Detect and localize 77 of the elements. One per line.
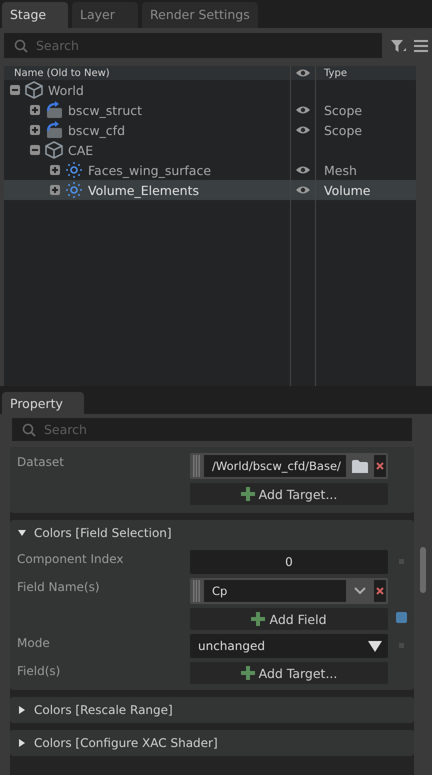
section-header[interactable]: Colors [Configure XAC Shader] bbox=[10, 730, 414, 756]
collapse-icon[interactable] bbox=[30, 145, 40, 155]
add-button[interactable]: Add Target... bbox=[190, 662, 388, 684]
prim-name: Faces_wing_surface bbox=[88, 162, 212, 178]
tab[interactable]: Stage bbox=[2, 2, 68, 28]
plus-icon bbox=[251, 612, 266, 626]
plus-icon bbox=[240, 666, 255, 680]
remove-button[interactable] bbox=[374, 580, 386, 602]
eye-icon[interactable] bbox=[295, 105, 311, 115]
tree-row[interactable]: Volume_Elements Volume bbox=[4, 180, 416, 200]
remove-button[interactable] bbox=[374, 455, 386, 477]
tab[interactable]: Render Settings bbox=[142, 2, 258, 28]
triangle-down-icon bbox=[368, 640, 382, 652]
property-label: Dataset bbox=[17, 454, 65, 471]
property-label: Field(s) bbox=[17, 663, 62, 680]
prim-type: Mesh bbox=[324, 162, 357, 178]
tree-row[interactable]: World bbox=[4, 80, 416, 100]
number-field[interactable]: 0 bbox=[190, 550, 388, 574]
expand-icon[interactable] bbox=[50, 185, 60, 195]
prim-type: Volume bbox=[324, 182, 370, 198]
section-header[interactable]: Colors [Rescale Range] bbox=[10, 697, 414, 723]
cube-icon bbox=[25, 81, 43, 99]
eye-icon[interactable] bbox=[295, 185, 311, 195]
triangle-right-icon bbox=[18, 739, 26, 747]
property-label: Component Index bbox=[17, 551, 125, 568]
folder-arrow-icon bbox=[45, 101, 63, 119]
expand-icon[interactable] bbox=[30, 125, 40, 135]
search-field[interactable]: Search bbox=[4, 33, 382, 58]
property-label: Mode bbox=[17, 635, 51, 652]
filter-icon bbox=[390, 38, 406, 52]
menu-icon bbox=[414, 40, 428, 52]
prim-name: World bbox=[48, 82, 84, 98]
grip-icon bbox=[193, 580, 200, 602]
tab[interactable]: Property bbox=[2, 392, 84, 414]
close-icon bbox=[376, 462, 384, 470]
expand-icon[interactable] bbox=[50, 165, 60, 175]
column-header[interactable]: Type bbox=[316, 68, 416, 78]
dotted-sphere-icon bbox=[65, 161, 83, 179]
cube-icon bbox=[45, 141, 63, 159]
prim-name: bscw_struct bbox=[68, 102, 142, 118]
plus-icon bbox=[240, 487, 255, 501]
property-label: Field Name(s) bbox=[17, 579, 101, 596]
collapse-icon[interactable] bbox=[10, 85, 20, 95]
prim-type: Scope bbox=[324, 122, 362, 138]
expand-icon[interactable] bbox=[30, 105, 40, 115]
color-swatch[interactable] bbox=[396, 612, 406, 623]
tab[interactable]: Layer bbox=[72, 2, 138, 28]
search-icon bbox=[22, 422, 36, 436]
column-header[interactable]: Name (Old to New) bbox=[4, 68, 290, 78]
triangle-right-icon bbox=[18, 706, 26, 714]
folder-icon[interactable] bbox=[352, 460, 368, 472]
prim-name: bscw_cfd bbox=[68, 122, 126, 138]
close-icon bbox=[376, 587, 384, 595]
triangle-down-icon bbox=[18, 529, 26, 537]
dropdown[interactable]: unchanged bbox=[190, 634, 388, 658]
prim-name: Volume_Elements bbox=[88, 182, 200, 198]
tree-row[interactable]: bscw_struct Scope bbox=[4, 100, 416, 120]
search-field[interactable]: Search bbox=[42, 421, 412, 438]
search-field[interactable]: Search bbox=[34, 37, 382, 54]
eye-icon[interactable] bbox=[295, 125, 311, 135]
scrollbar-thumb[interactable] bbox=[420, 547, 426, 593]
grip-icon bbox=[193, 455, 200, 477]
section-header[interactable]: Colors [Field Selection] bbox=[10, 520, 414, 546]
search-field[interactable]: Search bbox=[12, 418, 412, 441]
tree-row[interactable]: bscw_cfd Scope bbox=[4, 120, 416, 140]
prim-type: Scope bbox=[324, 102, 362, 118]
search-icon bbox=[14, 38, 28, 52]
tree-row[interactable]: CAE bbox=[4, 140, 416, 160]
folder-arrow-icon bbox=[45, 121, 63, 139]
add-button[interactable]: Add Target... bbox=[190, 483, 388, 505]
dotted-sphere-icon bbox=[65, 181, 83, 199]
chevron-down-icon[interactable] bbox=[354, 587, 366, 595]
path-field[interactable]: /World/bscw_cfd/Base/ bbox=[204, 455, 346, 477]
prim-name: CAE bbox=[68, 142, 94, 158]
path-field[interactable]: Cp bbox=[204, 580, 346, 602]
add-button[interactable]: Add Field bbox=[190, 608, 388, 630]
eye-icon[interactable] bbox=[295, 165, 311, 175]
